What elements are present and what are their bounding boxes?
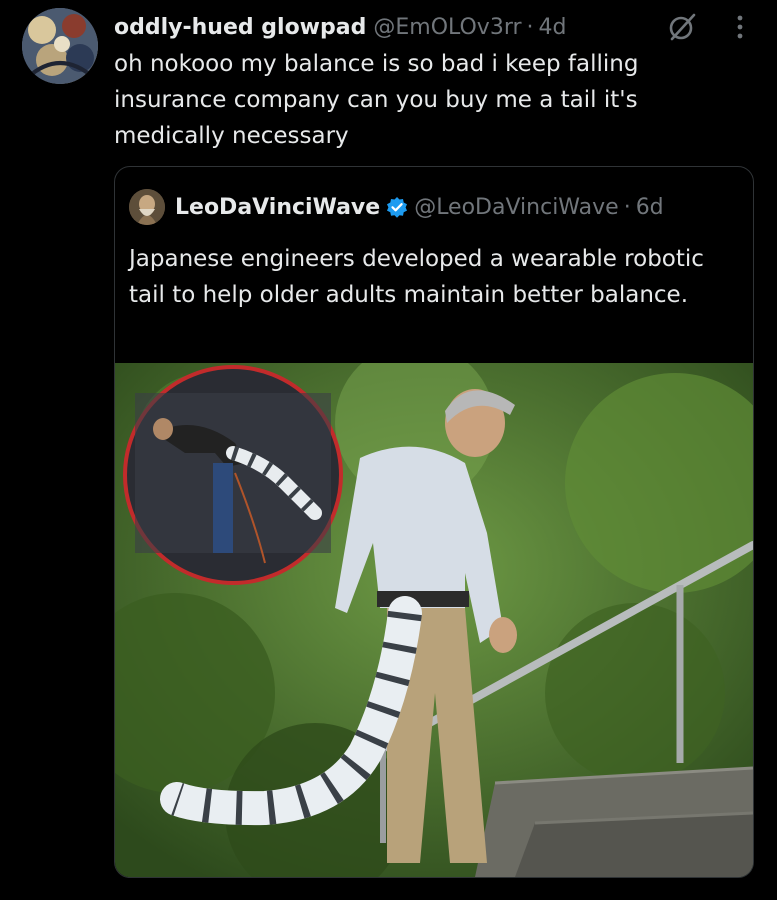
quoted-avatar-image — [129, 189, 165, 225]
quoted-tweet[interactable]: LeoDaVinciWave @LeoDaVinciWave · 6d Japa… — [114, 166, 754, 878]
user-avatar-image — [22, 8, 98, 84]
quoted-user-avatar[interactable] — [129, 189, 165, 225]
user-handle[interactable]: @EmOLOv3rr — [373, 15, 521, 40]
more-options-icon[interactable] — [728, 11, 752, 43]
user-avatar[interactable] — [22, 8, 98, 84]
tweet-timestamp[interactable]: 4d — [539, 15, 567, 40]
separator-dot: · — [526, 14, 534, 40]
tweet-header: oddly-hued glowpad @EmOLOv3rr · 4d — [114, 10, 566, 44]
robotic-tail-photo — [115, 363, 753, 877]
quoted-tweet-media[interactable] — [115, 363, 753, 877]
quoted-tweet-text: Japanese engineers developed a wearable … — [129, 246, 704, 308]
quoted-display-name[interactable]: LeoDaVinciWave — [175, 195, 380, 220]
quoted-user-handle[interactable]: @LeoDaVinciWave — [414, 195, 619, 220]
quoted-tweet-timestamp[interactable]: 6d — [636, 195, 664, 220]
display-name[interactable]: oddly-hued glowpad — [114, 15, 366, 40]
quoted-separator-dot: · — [623, 194, 631, 220]
quoted-tweet-header: LeoDaVinciWave @LeoDaVinciWave · 6d — [175, 189, 664, 225]
verified-badge-icon — [386, 196, 408, 218]
tweet-text: oh nokooo my balance is so bad i keep fa… — [114, 51, 639, 149]
grok-icon[interactable] — [666, 11, 698, 43]
